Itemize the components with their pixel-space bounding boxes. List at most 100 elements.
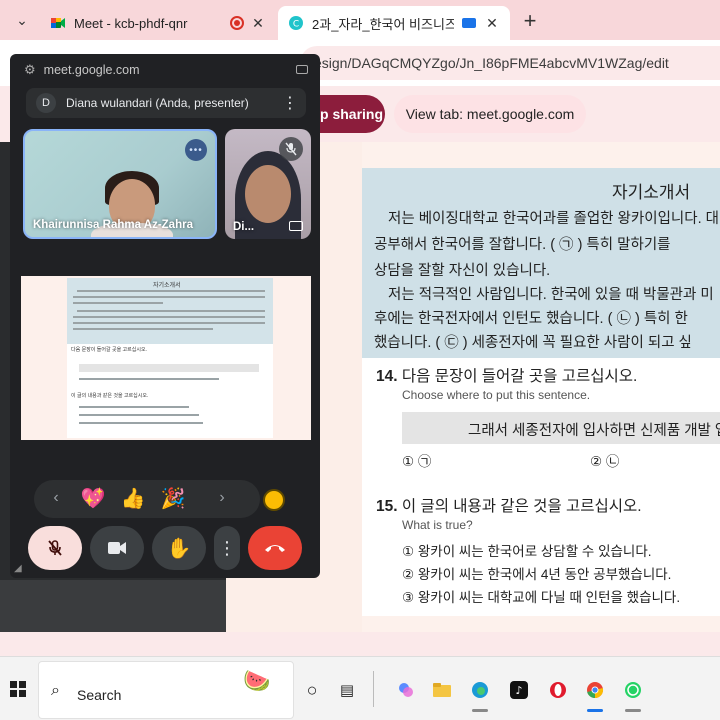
mini-text-line xyxy=(73,302,163,304)
edge-icon[interactable] xyxy=(471,681,489,699)
google-meet-icon xyxy=(51,18,65,28)
taskbar-search-box[interactable]: ⌕ Search 🍉 xyxy=(38,661,294,719)
camera-icon xyxy=(108,542,126,554)
resize-handle-icon[interactable]: ◢ xyxy=(14,563,22,574)
reaction-bar: ‹ 💖 👍 🎉 › xyxy=(34,480,260,518)
view-tab-button[interactable]: View tab: meet.google.com xyxy=(394,95,586,133)
mini-text-line xyxy=(73,316,265,318)
chrome-icon[interactable] xyxy=(586,681,604,699)
raise-hand-button[interactable]: ✋ xyxy=(152,526,206,570)
mic-off-icon xyxy=(279,137,303,161)
close-icon[interactable]: ✕ xyxy=(250,15,266,32)
mini-text-line xyxy=(73,296,265,298)
watermelon-icon: 🍉 xyxy=(243,668,271,693)
chevron-right-icon[interactable]: › xyxy=(214,489,230,507)
option: ① 왕카이 씨는 한국어로 상담할 수 있습니다. xyxy=(402,544,652,559)
question-14: 14. 다음 문장이 들어갈 곳을 고르십시오. xyxy=(376,364,637,386)
mini-document-title: 자기소개서 xyxy=(153,283,181,289)
browser-tab-strip: ⌄ Meet - kcb-phdf-qnr ✕ C 2과_자라_한국어 비즈니즈… xyxy=(0,0,720,40)
active-app-indicator xyxy=(587,709,603,712)
whatsapp-icon[interactable] xyxy=(624,681,642,699)
end-call-icon xyxy=(265,545,285,552)
option: ③ 왕카이 씨는 대학교에 다닐 때 인턴을 했습니다. xyxy=(402,590,681,605)
widgets-icon[interactable]: ▤ xyxy=(338,681,356,699)
tiktok-icon[interactable]: ♪ xyxy=(510,681,528,699)
more-vert-icon[interactable]: ⋮ xyxy=(280,93,300,113)
participant-tile[interactable]: ••• Khairunnisa Rahma Az-Zahra xyxy=(23,129,217,239)
participant-name: Di... xyxy=(233,221,255,233)
question-15: 15. 이 글의 내용과 같은 것을 고르십시오. xyxy=(376,494,642,516)
document-page[interactable]: 자기소개서 저는 베이징대학교 한국어과를 졸업한 왕카이입니다. 대 공부해서… xyxy=(362,168,720,616)
copilot-icon[interactable] xyxy=(397,681,415,699)
speaking-indicator-icon: ••• xyxy=(185,139,207,161)
camera-icon xyxy=(296,65,308,74)
mic-off-icon xyxy=(48,540,62,556)
question-text: 다음 문장이 들어갈 곳을 고르십시오. xyxy=(401,368,638,385)
windows-start-icon[interactable] xyxy=(10,681,26,697)
new-tab-button[interactable]: + xyxy=(518,8,542,34)
mini-text-line xyxy=(79,378,219,380)
paragraph-line: 상담을 잘할 자신이 있습니다. xyxy=(374,263,551,279)
tab-title: Meet - kcb-phdf-qnr xyxy=(74,15,188,31)
more-vert-icon: ⋮ xyxy=(218,537,236,558)
mini-text-line xyxy=(79,414,199,416)
chevron-left-icon[interactable]: ‹ xyxy=(48,489,64,507)
participant-face xyxy=(245,165,291,223)
editor-side-footer xyxy=(0,580,226,632)
sentence-box: 그래서 세종전자에 입사하면 신제품 개발 업무 xyxy=(402,412,720,444)
page-bottom-strip xyxy=(0,632,720,656)
svg-text:♪: ♪ xyxy=(515,684,522,697)
camera-toggle-button[interactable] xyxy=(90,526,144,570)
reaction-party[interactable]: 🎉 xyxy=(160,486,186,512)
pip-url-bar: ⚙ meet.google.com xyxy=(10,54,320,86)
mini-question: 이 글의 내용과 같은 것을 고르십시오. xyxy=(71,393,149,399)
search-label: Search xyxy=(77,687,122,703)
option: ② ㉡ xyxy=(590,454,620,469)
reaction-thumbs-up[interactable]: 👍 xyxy=(120,486,146,512)
question-number: 15. xyxy=(376,498,398,515)
tab-meet[interactable]: Meet - kcb-phdf-qnr ✕ xyxy=(40,6,276,40)
canva-icon: C xyxy=(289,16,303,30)
paragraph-line: 공부해서 한국어를 잘합니다. ( ㉠ ) 특히 말하기를 xyxy=(374,237,671,253)
mini-text-line xyxy=(79,422,203,424)
search-icon: ⌕ xyxy=(51,682,60,699)
mini-document: 자기소개서 다음 문장이 들어갈 곳을 고르십시오. 이 글의 내용과 같은 것… xyxy=(67,278,273,438)
paragraph-line: 했습니다. ( ㉢ ) 세종전자에 꼭 필요한 사람이 되고 싶 xyxy=(374,335,692,351)
mini-text-line xyxy=(73,328,213,330)
participant-tile[interactable]: Di... xyxy=(225,129,311,239)
taskbar-divider xyxy=(373,671,374,707)
pip-icon[interactable] xyxy=(289,221,303,231)
question-text: 이 글의 내용과 같은 것을 고르십시오. xyxy=(401,498,642,515)
reaction-heart[interactable]: 💖 xyxy=(80,486,106,512)
mini-question: 다음 문장이 들어갈 곳을 고르십시오. xyxy=(71,347,147,353)
active-app-indicator xyxy=(472,709,488,712)
screen-share-icon xyxy=(462,18,476,28)
question-subtitle: Choose where to put this sentence. xyxy=(402,388,591,402)
option: ② 왕카이 씨는 한국에서 4년 동안 공부했습니다. xyxy=(402,567,672,582)
more-options-button[interactable]: ⋮ xyxy=(214,526,240,570)
task-view-circle-icon[interactable]: ○ xyxy=(303,680,321,700)
paragraph-line: 저는 적극적인 사람입니다. 한국에 있을 때 박물관과 미 xyxy=(388,287,714,303)
file-explorer-icon[interactable] xyxy=(433,681,451,699)
tab-search-button[interactable]: ⌄ xyxy=(8,6,36,34)
reaction-skin-tone-button[interactable] xyxy=(263,489,285,511)
screen-share-preview: 자기소개서 다음 문장이 들어갈 곳을 고르십시오. 이 글의 내용과 같은 것… xyxy=(21,276,311,440)
end-call-button[interactable] xyxy=(248,526,302,570)
meet-pip-window[interactable]: ⚙ meet.google.com D Diana wulandari (And… xyxy=(10,54,320,578)
mic-toggle-button[interactable] xyxy=(28,526,82,570)
site-settings-icon[interactable]: ⚙ xyxy=(24,62,36,78)
mini-sentence-box xyxy=(79,364,259,372)
raise-hand-icon: ✋ xyxy=(166,537,192,560)
opera-icon[interactable] xyxy=(549,681,567,699)
tab-title: 2과_자라_한국어 비즈니즈 xyxy=(312,16,454,32)
mini-text-line xyxy=(79,406,189,408)
presenter-bar: D Diana wulandari (Anda, presenter) ⋮ xyxy=(26,88,306,118)
paragraph-line: 후에는 한국전자에서 인턴도 했습니다. ( ㉡ ) 특히 한 xyxy=(374,311,688,327)
question-subtitle: What is true? xyxy=(402,518,473,532)
avatar: D xyxy=(36,93,56,113)
tab-canva[interactable]: C 2과_자라_한국어 비즈니즈 ✕ xyxy=(278,6,510,40)
address-bar[interactable]: esign/DAGqCMQYZgo/Jn_I86pFME4abcvMV1WZag… xyxy=(300,46,720,80)
mini-text-line xyxy=(77,310,265,312)
svg-text:C: C xyxy=(293,20,299,30)
close-icon[interactable]: ✕ xyxy=(484,15,500,32)
